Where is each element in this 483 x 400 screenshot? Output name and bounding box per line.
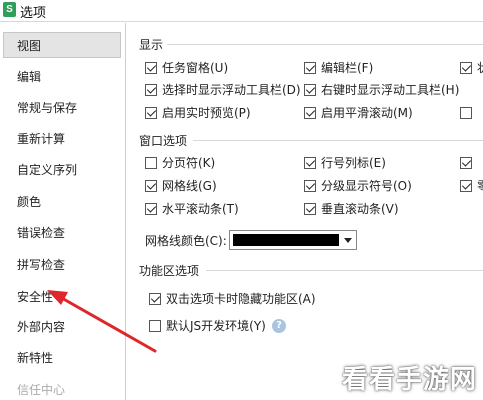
sidebar-item-color[interactable]: 颜色 xyxy=(0,189,125,215)
option-floating-toolbar-rightclick[interactable]: 右键时显示浮动工具栏(H) xyxy=(304,81,459,99)
display-group-title: 显示 xyxy=(139,36,168,53)
checkbox[interactable] xyxy=(460,107,472,119)
gridline-color-label: 网格线颜色(C): xyxy=(145,234,227,248)
checkbox[interactable] xyxy=(145,180,157,192)
app-logo-icon: S xyxy=(3,2,16,17)
checkbox[interactable] xyxy=(145,84,157,96)
option-outline-symbols[interactable]: 分级显示符号(O) xyxy=(304,177,412,195)
window-title: 选项 xyxy=(20,6,47,21)
ribbon-group-title: 功能区选项 xyxy=(139,262,204,279)
checkbox[interactable] xyxy=(145,157,157,169)
option-floating-toolbar-select[interactable]: 选择时显示浮动工具栏(D) xyxy=(145,81,301,99)
checkbox[interactable] xyxy=(304,180,316,192)
sidebar-item-recalculate[interactable]: 重新计算 xyxy=(0,126,125,152)
watermark: 看看手游网 xyxy=(341,365,477,395)
sidebar-item-edit[interactable]: 编辑 xyxy=(0,64,125,90)
options-panel: 显示 任务窗格(U) 编辑栏(F) 状 选择时显示浮动工具栏(D) 右键时显示浮… xyxy=(127,23,483,400)
sidebar-item-view[interactable]: 视图 xyxy=(3,32,121,58)
checkbox[interactable] xyxy=(149,320,161,332)
checkbox[interactable] xyxy=(145,62,157,74)
checkbox[interactable] xyxy=(460,157,472,169)
checkbox[interactable] xyxy=(145,107,157,119)
option-live-preview[interactable]: 启用实时预览(P) xyxy=(145,104,251,122)
option-gridlines[interactable]: 网格线(G) xyxy=(145,177,217,195)
sidebar-item-new-features[interactable]: 新特性 xyxy=(0,345,125,371)
option-task-pane[interactable]: 任务窗格(U) xyxy=(145,59,228,77)
sidebar-item-custom-lists[interactable]: 自定义序列 xyxy=(0,157,125,183)
sidebar-item-error-check[interactable]: 错误检查 xyxy=(0,220,125,246)
sidebar-item-security[interactable]: 安全性 xyxy=(0,284,125,310)
sidebar-item-general-save[interactable]: 常规与保存 xyxy=(0,95,125,121)
window-group-title: 窗口选项 xyxy=(139,132,192,149)
group-divider xyxy=(193,140,483,141)
gridline-color-swatch xyxy=(233,234,339,246)
checkbox[interactable] xyxy=(304,107,316,119)
checkbox[interactable] xyxy=(460,180,472,192)
group-divider xyxy=(167,44,483,45)
option-smooth-scroll[interactable]: 启用平滑滚动(M) xyxy=(304,104,413,122)
title-bar: S 选项 xyxy=(0,0,483,22)
option-window-extra-1[interactable] xyxy=(460,154,477,172)
checkbox[interactable] xyxy=(460,62,472,74)
checkbox[interactable] xyxy=(304,62,316,74)
option-page-breaks[interactable]: 分页符(K) xyxy=(145,154,215,172)
checkbox[interactable] xyxy=(145,203,157,215)
options-sidebar: 视图 编辑 常规与保存 重新计算 自定义序列 颜色 错误检查 拼写检查 安全性 … xyxy=(0,23,126,400)
option-hide-ribbon-dblclick[interactable]: 双击选项卡时隐藏功能区(A) xyxy=(149,290,316,308)
sidebar-item-trust-center[interactable]: 信任中心 xyxy=(0,377,125,400)
checkbox[interactable] xyxy=(149,293,161,305)
option-default-js-env[interactable]: 默认JS开发环境(Y) xyxy=(149,317,266,335)
option-status-bar[interactable]: 状 xyxy=(460,59,483,77)
sidebar-item-external-content[interactable]: 外部内容 xyxy=(0,314,125,340)
option-horizontal-scrollbar[interactable]: 水平滚动条(T) xyxy=(145,200,239,218)
checkbox[interactable] xyxy=(304,84,316,96)
option-formula-bar[interactable]: 编辑栏(F) xyxy=(304,59,373,77)
option-vertical-scrollbar[interactable]: 垂直滚动条(V) xyxy=(304,200,399,218)
help-icon[interactable]: ? xyxy=(272,319,286,333)
option-display-extra[interactable] xyxy=(460,104,477,122)
chevron-down-icon[interactable] xyxy=(344,238,352,243)
gridline-color-dropdown[interactable] xyxy=(229,230,357,250)
option-zero-values[interactable]: 零 xyxy=(460,177,483,195)
option-row-col-headers[interactable]: 行号列标(E) xyxy=(304,154,386,172)
sidebar-item-spell-check[interactable]: 拼写检查 xyxy=(0,252,125,278)
group-divider xyxy=(206,270,483,271)
checkbox[interactable] xyxy=(304,203,316,215)
checkbox[interactable] xyxy=(304,157,316,169)
